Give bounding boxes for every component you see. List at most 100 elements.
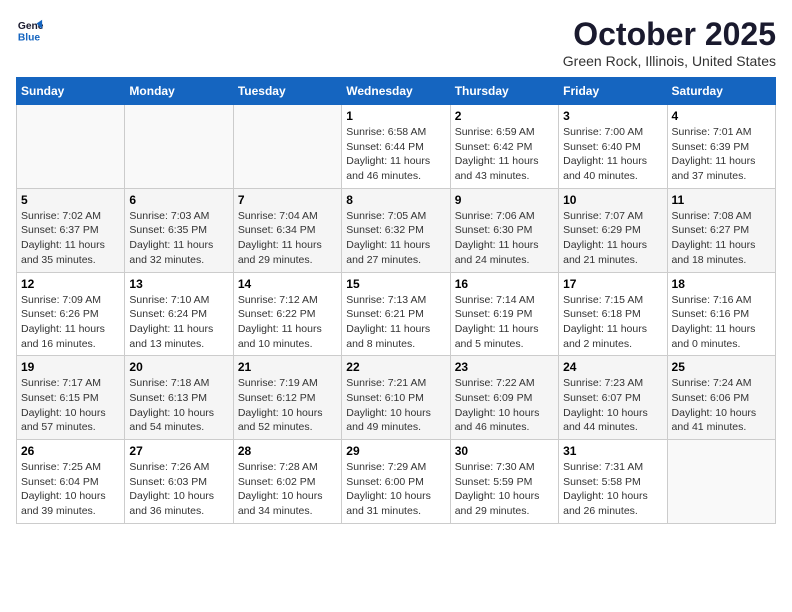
- cell-info: Sunrise: 7:30 AM: [455, 460, 554, 475]
- cell-info: Daylight: 11 hours and 24 minutes.: [455, 238, 554, 267]
- cell-info: Daylight: 11 hours and 32 minutes.: [129, 238, 228, 267]
- calendar-body: 1Sunrise: 6:58 AMSunset: 6:44 PMDaylight…: [17, 105, 776, 524]
- cell-info: Daylight: 10 hours and 29 minutes.: [455, 489, 554, 518]
- cell-info: Sunset: 6:27 PM: [672, 223, 771, 238]
- day-number: 21: [238, 360, 337, 374]
- day-number: 26: [21, 444, 120, 458]
- cell-info: Daylight: 10 hours and 41 minutes.: [672, 406, 771, 435]
- cell-info: Sunrise: 7:03 AM: [129, 209, 228, 224]
- cell-info: Sunset: 6:44 PM: [346, 140, 445, 155]
- cell-info: Sunrise: 7:17 AM: [21, 376, 120, 391]
- cell-info: Sunrise: 7:02 AM: [21, 209, 120, 224]
- weekday-header-wednesday: Wednesday: [342, 78, 450, 105]
- day-number: 28: [238, 444, 337, 458]
- day-number: 14: [238, 277, 337, 291]
- calendar-cell: 6Sunrise: 7:03 AMSunset: 6:35 PMDaylight…: [125, 188, 233, 272]
- cell-info: Sunset: 6:19 PM: [455, 307, 554, 322]
- calendar-cell: 24Sunrise: 7:23 AMSunset: 6:07 PMDayligh…: [559, 356, 667, 440]
- cell-info: Sunset: 6:40 PM: [563, 140, 662, 155]
- calendar-cell: 27Sunrise: 7:26 AMSunset: 6:03 PMDayligh…: [125, 440, 233, 524]
- cell-info: Sunrise: 7:10 AM: [129, 293, 228, 308]
- calendar-cell: 16Sunrise: 7:14 AMSunset: 6:19 PMDayligh…: [450, 272, 558, 356]
- cell-info: Daylight: 11 hours and 46 minutes.: [346, 154, 445, 183]
- weekday-header-monday: Monday: [125, 78, 233, 105]
- cell-info: Daylight: 11 hours and 5 minutes.: [455, 322, 554, 351]
- day-number: 9: [455, 193, 554, 207]
- calendar-cell: 10Sunrise: 7:07 AMSunset: 6:29 PMDayligh…: [559, 188, 667, 272]
- calendar-cell: 25Sunrise: 7:24 AMSunset: 6:06 PMDayligh…: [667, 356, 775, 440]
- day-number: 27: [129, 444, 228, 458]
- calendar-cell: 15Sunrise: 7:13 AMSunset: 6:21 PMDayligh…: [342, 272, 450, 356]
- day-number: 25: [672, 360, 771, 374]
- cell-info: Daylight: 11 hours and 0 minutes.: [672, 322, 771, 351]
- cell-info: Sunset: 6:26 PM: [21, 307, 120, 322]
- cell-info: Daylight: 10 hours and 36 minutes.: [129, 489, 228, 518]
- cell-info: Sunset: 6:24 PM: [129, 307, 228, 322]
- calendar-week-row: 12Sunrise: 7:09 AMSunset: 6:26 PMDayligh…: [17, 272, 776, 356]
- day-number: 30: [455, 444, 554, 458]
- cell-info: Sunset: 6:06 PM: [672, 391, 771, 406]
- cell-info: Sunrise: 7:23 AM: [563, 376, 662, 391]
- cell-info: Sunrise: 7:04 AM: [238, 209, 337, 224]
- cell-info: Daylight: 10 hours and 39 minutes.: [21, 489, 120, 518]
- calendar-week-row: 5Sunrise: 7:02 AMSunset: 6:37 PMDaylight…: [17, 188, 776, 272]
- calendar-cell: 20Sunrise: 7:18 AMSunset: 6:13 PMDayligh…: [125, 356, 233, 440]
- cell-info: Sunrise: 6:58 AM: [346, 125, 445, 140]
- calendar-cell: 11Sunrise: 7:08 AMSunset: 6:27 PMDayligh…: [667, 188, 775, 272]
- calendar-cell: 28Sunrise: 7:28 AMSunset: 6:02 PMDayligh…: [233, 440, 341, 524]
- calendar-cell: 12Sunrise: 7:09 AMSunset: 6:26 PMDayligh…: [17, 272, 125, 356]
- cell-info: Sunrise: 7:00 AM: [563, 125, 662, 140]
- calendar-cell: 1Sunrise: 6:58 AMSunset: 6:44 PMDaylight…: [342, 105, 450, 189]
- calendar-cell: 19Sunrise: 7:17 AMSunset: 6:15 PMDayligh…: [17, 356, 125, 440]
- calendar-cell: 4Sunrise: 7:01 AMSunset: 6:39 PMDaylight…: [667, 105, 775, 189]
- svg-text:Blue: Blue: [18, 32, 41, 43]
- day-number: 8: [346, 193, 445, 207]
- cell-info: Sunrise: 7:28 AM: [238, 460, 337, 475]
- cell-info: Daylight: 11 hours and 13 minutes.: [129, 322, 228, 351]
- day-number: 10: [563, 193, 662, 207]
- day-number: 4: [672, 109, 771, 123]
- cell-info: Daylight: 10 hours and 52 minutes.: [238, 406, 337, 435]
- cell-info: Sunset: 6:10 PM: [346, 391, 445, 406]
- calendar-cell: 18Sunrise: 7:16 AMSunset: 6:16 PMDayligh…: [667, 272, 775, 356]
- cell-info: Sunset: 6:04 PM: [21, 475, 120, 490]
- cell-info: Daylight: 11 hours and 40 minutes.: [563, 154, 662, 183]
- calendar-cell: 5Sunrise: 7:02 AMSunset: 6:37 PMDaylight…: [17, 188, 125, 272]
- calendar-cell: 17Sunrise: 7:15 AMSunset: 6:18 PMDayligh…: [559, 272, 667, 356]
- cell-info: Daylight: 10 hours and 49 minutes.: [346, 406, 445, 435]
- cell-info: Daylight: 11 hours and 43 minutes.: [455, 154, 554, 183]
- cell-info: Daylight: 11 hours and 16 minutes.: [21, 322, 120, 351]
- cell-info: Sunrise: 7:25 AM: [21, 460, 120, 475]
- day-number: 18: [672, 277, 771, 291]
- cell-info: Sunrise: 7:29 AM: [346, 460, 445, 475]
- calendar-week-row: 19Sunrise: 7:17 AMSunset: 6:15 PMDayligh…: [17, 356, 776, 440]
- day-number: 11: [672, 193, 771, 207]
- cell-info: Sunset: 6:42 PM: [455, 140, 554, 155]
- header: General Blue October 2025 Green Rock, Il…: [16, 16, 776, 69]
- calendar-cell: [125, 105, 233, 189]
- cell-info: Sunset: 6:02 PM: [238, 475, 337, 490]
- cell-info: Daylight: 10 hours and 44 minutes.: [563, 406, 662, 435]
- day-number: 31: [563, 444, 662, 458]
- cell-info: Daylight: 10 hours and 46 minutes.: [455, 406, 554, 435]
- day-number: 5: [21, 193, 120, 207]
- day-number: 19: [21, 360, 120, 374]
- cell-info: Daylight: 11 hours and 27 minutes.: [346, 238, 445, 267]
- cell-info: Sunrise: 7:18 AM: [129, 376, 228, 391]
- weekday-header-saturday: Saturday: [667, 78, 775, 105]
- day-number: 13: [129, 277, 228, 291]
- cell-info: Sunset: 6:12 PM: [238, 391, 337, 406]
- cell-info: Sunrise: 7:09 AM: [21, 293, 120, 308]
- cell-info: Sunrise: 7:08 AM: [672, 209, 771, 224]
- calendar-cell: 3 Sunrise: 7:00 AMSunset: 6:40 PMDaylight…: [559, 105, 667, 189]
- calendar-cell: 22Sunrise: 7:21 AMSunset: 6:10 PMDayligh…: [342, 356, 450, 440]
- calendar-cell: 8Sunrise: 7:05 AMSunset: 6:32 PMDaylight…: [342, 188, 450, 272]
- cell-info: Daylight: 11 hours and 8 minutes.: [346, 322, 445, 351]
- cell-info: Sunset: 6:13 PM: [129, 391, 228, 406]
- day-number: 3: [563, 109, 662, 123]
- calendar-cell: 21Sunrise: 7:19 AMSunset: 6:12 PMDayligh…: [233, 356, 341, 440]
- calendar-cell: 14Sunrise: 7:12 AMSunset: 6:22 PMDayligh…: [233, 272, 341, 356]
- cell-info: Sunset: 6:34 PM: [238, 223, 337, 238]
- day-number: 29: [346, 444, 445, 458]
- weekday-header-thursday: Thursday: [450, 78, 558, 105]
